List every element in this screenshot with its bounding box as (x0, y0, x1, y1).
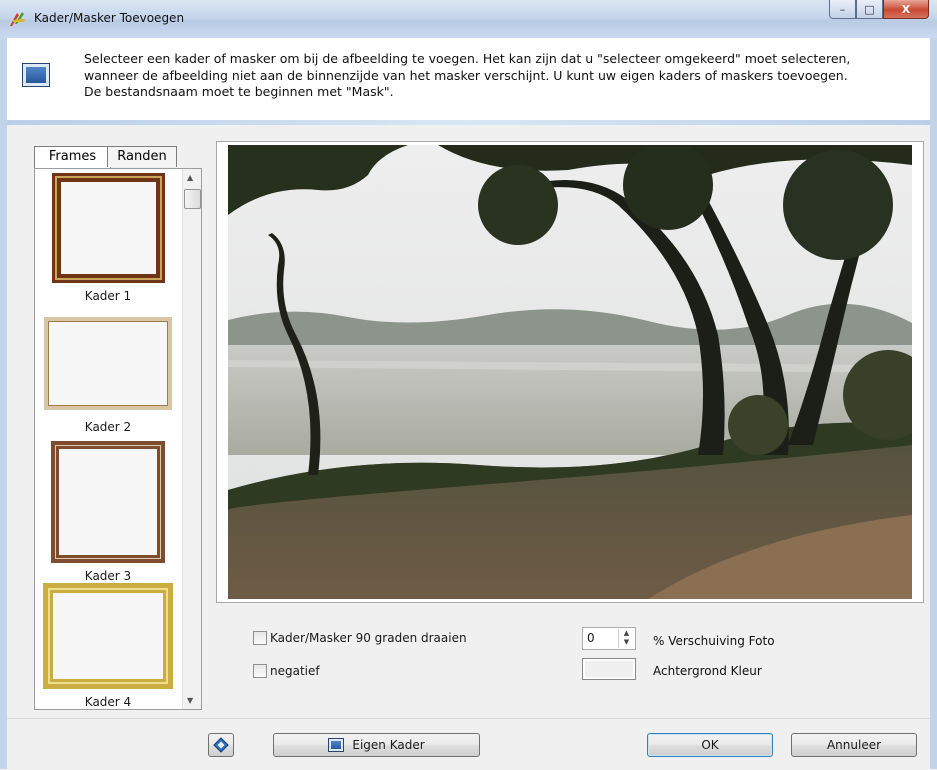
shift-label: % Verschuiving Foto (653, 634, 775, 648)
info-line-3: De bestandsnaam moet te beginnen met "Ma… (84, 84, 394, 99)
rotate-checkbox[interactable] (253, 631, 267, 645)
ok-label: OK (701, 738, 719, 752)
header-separator (7, 120, 930, 125)
window-right-edge (930, 38, 937, 769)
ok-button[interactable]: OK (647, 733, 773, 757)
monitor-icon (22, 63, 50, 87)
minimize-button[interactable]: – (829, 0, 856, 19)
button-bar: Eigen Kader OK Annuleer (7, 718, 930, 770)
frame-label: Kader 1 (84, 289, 132, 303)
frame-thumbnail (51, 173, 165, 283)
custom-frame-label: Eigen Kader (352, 738, 425, 752)
maximize-button[interactable]: □ (856, 0, 883, 19)
minimize-icon: – (839, 2, 846, 16)
frame-label: Kader 4 (84, 695, 132, 709)
shift-spinner[interactable]: 0 ▲ ▼ (582, 627, 636, 650)
frame-thumbnail (51, 441, 165, 563)
cancel-button[interactable]: Annuleer (791, 733, 917, 757)
frame-list[interactable]: Kader 1 Kader 2 Kader 3 Kader 4 ▲ ▼ (34, 168, 202, 710)
frame-list-scrollbar[interactable]: ▲ ▼ (182, 169, 201, 709)
frame-thumbnail (44, 317, 172, 410)
background-color-label: Achtergrond Kleur (653, 664, 762, 678)
negative-checkbox[interactable] (253, 664, 267, 678)
frame-thumbnail (43, 583, 173, 689)
spin-down-icon[interactable]: ▼ (619, 638, 634, 647)
scroll-up-icon[interactable]: ▲ (187, 173, 193, 182)
frame-label: Kader 2 (84, 420, 132, 434)
window-controls: – □ X (829, 0, 929, 19)
diamond-icon (213, 737, 229, 753)
image-preview (216, 141, 924, 603)
title-bar[interactable]: Kader/Masker Toevoegen – □ X (0, 0, 937, 39)
window-title: Kader/Masker Toevoegen (34, 11, 185, 25)
frame-item-kader-2[interactable]: Kader 2 (35, 317, 181, 434)
custom-frame-button[interactable]: Eigen Kader (273, 733, 480, 757)
tab-frames[interactable]: Frames (34, 146, 111, 168)
info-line-2: wanneer de afbeelding niet aan de binnen… (84, 67, 848, 83)
landscape-photo (228, 145, 912, 599)
info-text: Selecteer een kader of masker om bij de … (84, 51, 914, 101)
background-color-swatch[interactable] (582, 658, 636, 680)
diamond-button[interactable] (208, 733, 234, 757)
info-line-1: Selecteer een kader of masker om bij de … (84, 51, 851, 66)
tab-randen[interactable]: Randen (107, 146, 177, 167)
window-left-edge (0, 38, 7, 769)
frame-label: Kader 3 (84, 569, 132, 583)
frame-item-kader-3[interactable]: Kader 3 (35, 441, 181, 583)
scroll-down-icon[interactable]: ▼ (187, 696, 193, 705)
maximize-icon: □ (864, 2, 875, 16)
paint-palette-icon (10, 12, 25, 26)
rotate-checkbox-row[interactable]: Kader/Masker 90 graden draaien (253, 631, 467, 645)
frame-item-kader-1[interactable]: Kader 1 (35, 173, 181, 303)
preview-photo (228, 145, 912, 599)
rotate-label: Kader/Masker 90 graden draaien (270, 631, 467, 645)
spinner-buttons: ▲ ▼ (618, 629, 634, 648)
shift-value[interactable]: 0 (587, 631, 595, 645)
frame-item-kader-4[interactable]: Kader 4 (35, 583, 181, 709)
info-panel: Selecteer een kader of masker om bij de … (7, 38, 930, 120)
close-icon: X (901, 2, 911, 16)
negative-label: negatief (270, 664, 320, 678)
scroll-thumb[interactable] (184, 189, 201, 209)
close-button[interactable]: X (883, 0, 929, 19)
spin-up-icon[interactable]: ▲ (619, 629, 634, 638)
cancel-label: Annuleer (826, 738, 882, 752)
monitor-icon (328, 738, 345, 752)
negative-checkbox-row[interactable]: negatief (253, 664, 320, 678)
